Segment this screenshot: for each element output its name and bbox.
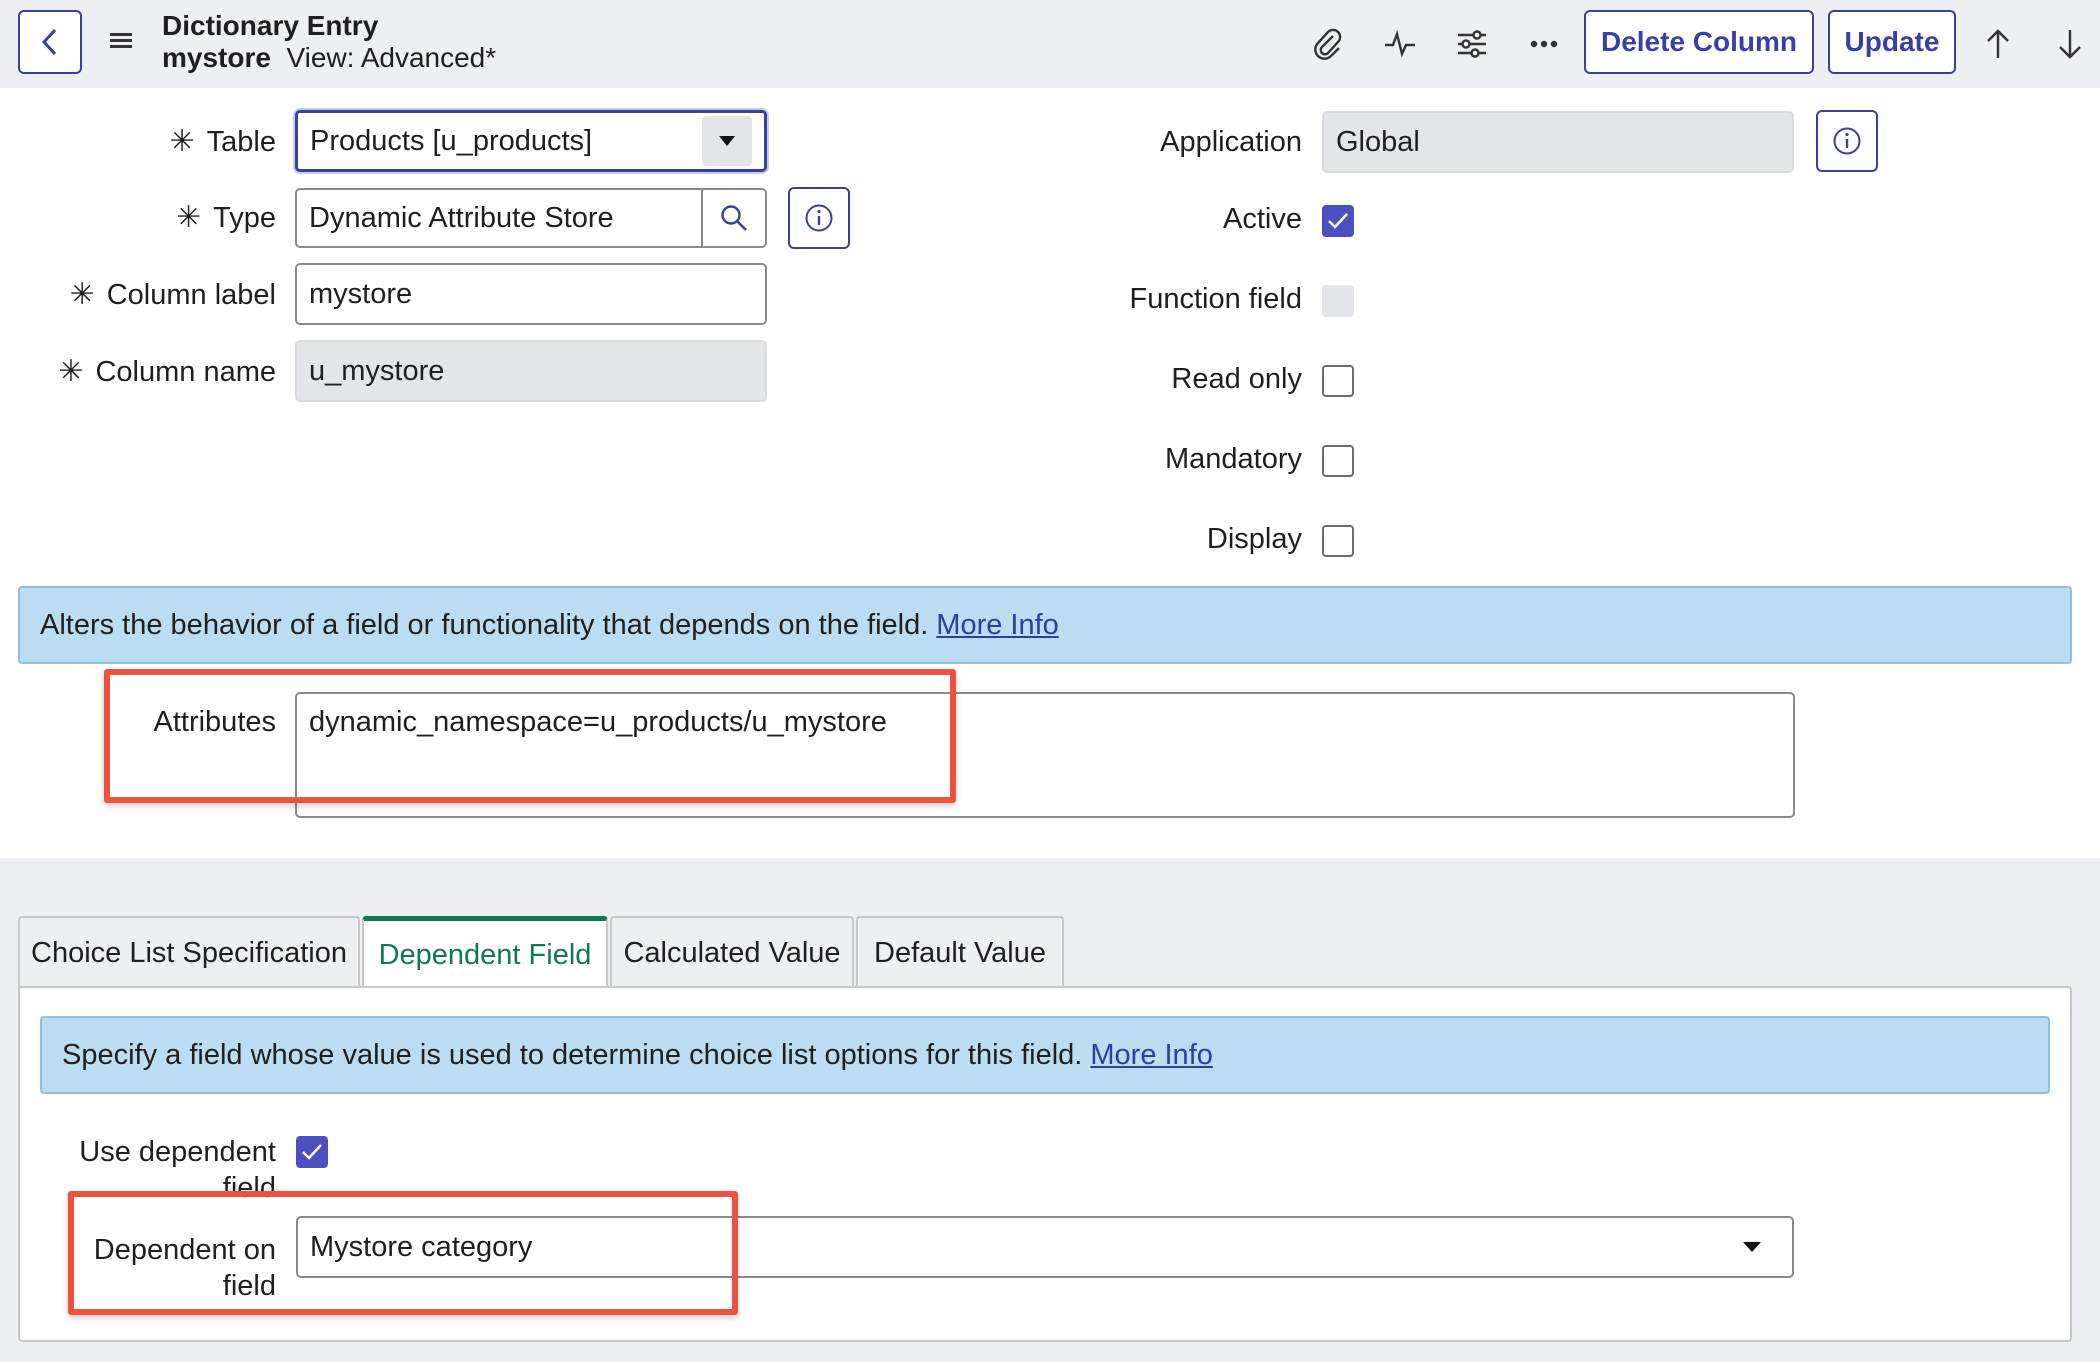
page-title: Dictionary Entry	[162, 10, 379, 41]
function-field-label: Function field	[1129, 283, 1303, 315]
banner-text: Alters the behavior of a field or functi…	[40, 608, 929, 641]
attributes-info-banner: Alters the behavior of a field or functi…	[18, 586, 2072, 664]
record-name: mystore	[162, 42, 271, 73]
read-only-label: Read only	[1171, 363, 1302, 395]
type-label: ✳ Type	[175, 201, 276, 234]
highlight-box	[104, 669, 956, 803]
dependent-info-banner: Specify a field whose value is used to d…	[40, 1016, 2050, 1094]
tab-calculated-value[interactable]: Calculated Value	[610, 916, 854, 988]
column-label-input[interactable]: mystore	[295, 263, 767, 325]
paperclip-icon[interactable]	[1306, 22, 1350, 66]
arrow-down-icon[interactable]	[2048, 22, 2092, 66]
tab-choice-list-specification[interactable]: Choice List Specification	[18, 916, 360, 988]
column-name-label: ✳ Column name	[58, 355, 276, 388]
type-info-button[interactable]	[788, 187, 850, 249]
back-button[interactable]	[18, 10, 82, 74]
delete-column-button[interactable]: Delete Column	[1584, 10, 1814, 74]
back-icon	[41, 28, 57, 56]
read-only-checkbox[interactable]	[1322, 365, 1354, 397]
highlight-box	[68, 1191, 738, 1315]
more-icon[interactable]	[1522, 22, 1566, 66]
search-icon[interactable]	[701, 190, 765, 246]
application-label: Application	[1160, 126, 1302, 158]
use-dependent-checkbox[interactable]	[296, 1136, 328, 1168]
settings-sliders-icon[interactable]	[1450, 22, 1494, 66]
chevron-down-icon	[1743, 1242, 1761, 1252]
tab-default-value[interactable]: Default Value	[856, 916, 1064, 988]
more-info-link[interactable]: More Info	[936, 609, 1059, 642]
type-field[interactable]: Dynamic Attribute Store	[295, 188, 767, 248]
active-checkbox[interactable]	[1322, 205, 1354, 237]
active-label: Active	[1223, 203, 1302, 235]
update-button[interactable]: Update	[1828, 10, 1956, 74]
chevron-down-icon	[702, 116, 752, 166]
mandatory-checkbox[interactable]	[1322, 445, 1354, 477]
column-label-label: ✳ Column label	[69, 278, 276, 311]
activity-icon[interactable]	[1378, 22, 1422, 66]
more-info-link[interactable]: More Info	[1090, 1039, 1213, 1072]
info-icon	[1833, 127, 1861, 155]
checkmark-icon	[302, 1144, 322, 1160]
application-info-button[interactable]	[1816, 110, 1878, 172]
record-subtitle: mystore View: Advanced*	[162, 42, 496, 74]
display-label: Display	[1206, 523, 1302, 555]
info-icon	[805, 204, 833, 232]
display-checkbox[interactable]	[1322, 525, 1354, 557]
arrow-up-icon[interactable]	[1976, 22, 2020, 66]
tab-dependent-field[interactable]: Dependent Field	[362, 916, 608, 990]
table-label: ✳ Table	[169, 125, 276, 158]
table-select[interactable]: Products [u_products]	[295, 110, 767, 172]
column-name-field: u_mystore	[295, 340, 767, 402]
application-field: Global	[1322, 111, 1794, 173]
function-field-checkbox	[1322, 285, 1354, 317]
mandatory-label: Mandatory	[1164, 443, 1302, 475]
menu-icon[interactable]	[106, 30, 136, 56]
view-label: View: Advanced*	[286, 42, 497, 73]
banner-text: Specify a field whose value is used to d…	[62, 1038, 1083, 1071]
checkmark-icon	[1328, 213, 1348, 229]
